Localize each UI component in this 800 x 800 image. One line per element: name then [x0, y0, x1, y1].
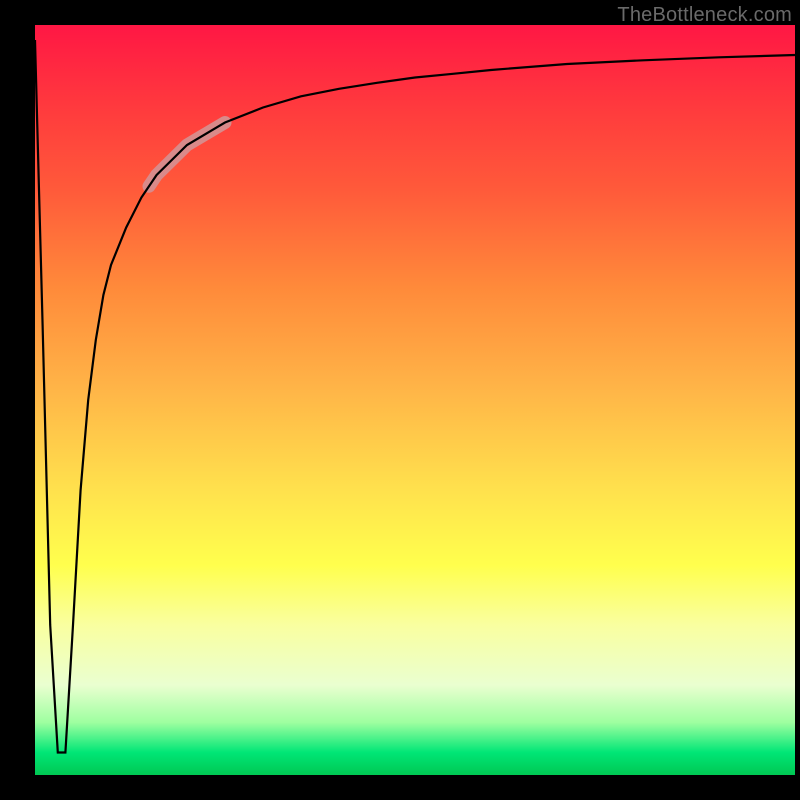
curve-layer — [35, 25, 795, 775]
watermark-text: TheBottleneck.com — [617, 4, 792, 27]
chart-container: TheBottleneck.com — [0, 0, 800, 800]
plot-area — [35, 25, 795, 775]
bottleneck-curve — [35, 40, 795, 753]
highlight-segment — [149, 123, 225, 187]
